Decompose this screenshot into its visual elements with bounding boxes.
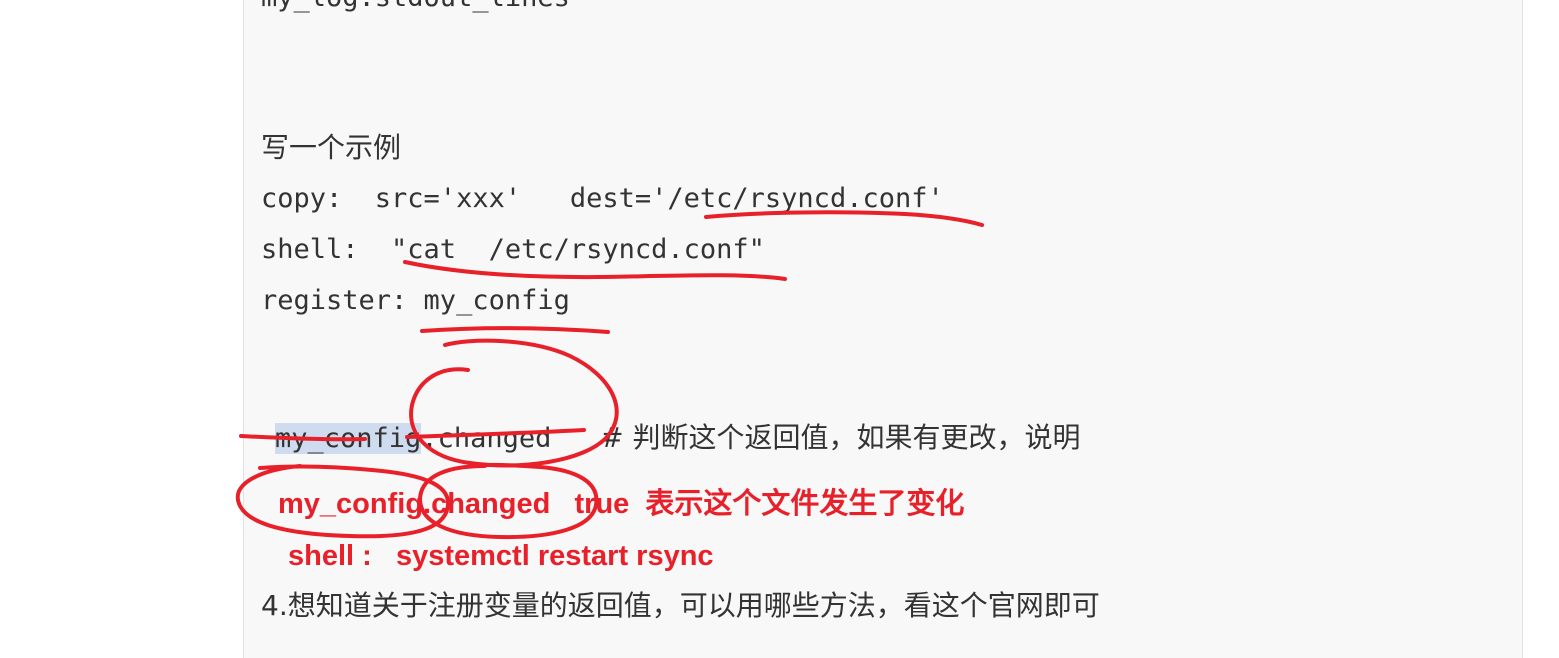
changed-comment: # 判断这个返回值，如果有更改，说明 bbox=[600, 421, 1081, 454]
text-selection-highlight[interactable]: my_config bbox=[275, 423, 422, 454]
changed-property: .changed bbox=[421, 423, 601, 454]
annotation-changed-true: my_config.changed true 表示这个文件发生了变化 bbox=[278, 488, 965, 520]
example-heading: 写一个示例 bbox=[261, 131, 402, 164]
step-4-line: 4.想知道关于注册变量的返回值，可以用哪些方法，看这个官网即可 bbox=[261, 589, 1100, 622]
changed-code-line: my_config.changed # 判断这个返回值，如果有更改，说明 bbox=[261, 384, 1081, 457]
copy-code-line: copy: src='xxx' dest='/etc/rsyncd.conf' bbox=[261, 183, 944, 214]
register-code-line: register: my_config bbox=[261, 285, 570, 316]
annotation-restart-rsync: shell : systemctl restart rsync bbox=[288, 540, 714, 572]
partial-code-line: my_log.stdout_lines bbox=[261, 0, 570, 16]
shell-code-line: shell: "cat /etc/rsyncd.conf" bbox=[261, 234, 765, 265]
